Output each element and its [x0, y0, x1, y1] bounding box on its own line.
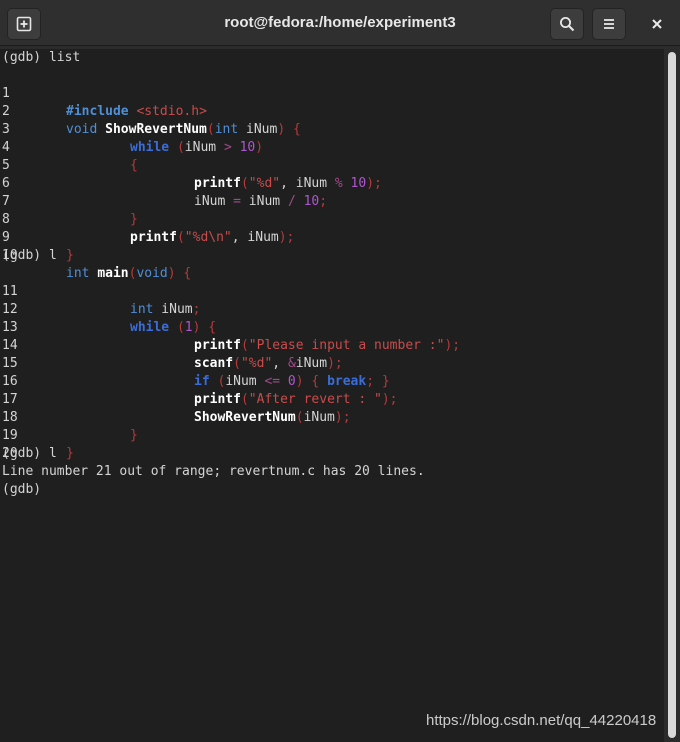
- error-message: Line number 21 out of range; revertnum.c…: [2, 464, 425, 479]
- source-line: 1 #include <stdio.h>: [2, 86, 207, 119]
- source-line: 3 while (iNum > 10): [2, 122, 264, 155]
- terminal-output[interactable]: (gdb) list 1 #include <stdio.h> 2 void S…: [0, 49, 664, 742]
- gdb-prompt: (gdb) l: [2, 248, 57, 263]
- source-line: 2 void ShowRevertNum(int iNum) {: [2, 104, 301, 137]
- source-line: 7 }: [2, 194, 138, 227]
- gdb-prompt: (gdb) l: [2, 446, 57, 461]
- terminal-window: root@fedora:/home/experiment3 (gdb) list…: [0, 0, 680, 742]
- title-bar: root@fedora:/home/experiment3: [0, 0, 680, 46]
- source-line: 9 }: [2, 230, 74, 263]
- search-icon: [560, 17, 575, 32]
- source-line: 6 iNum = iNum / 10;: [2, 176, 328, 209]
- watermark: https://blog.csdn.net/qq_44220418: [426, 712, 657, 729]
- source-line: 10 int main(void) {: [2, 248, 192, 281]
- source-line: 12 while (1) {: [2, 302, 217, 335]
- hamburger-menu-icon: [604, 19, 614, 29]
- gdb-prompt: (gdb) list: [2, 50, 81, 65]
- close-icon: [652, 19, 662, 29]
- source-line: 18 }: [2, 410, 138, 443]
- new-tab-button[interactable]: [7, 8, 41, 40]
- source-line: 15 if (iNum <= 0) { break; }: [2, 356, 390, 389]
- menu-button[interactable]: [592, 8, 626, 40]
- close-button[interactable]: [640, 8, 674, 40]
- source-line: 8 printf("%d\n", iNum);: [2, 212, 295, 245]
- source-line: 20: [2, 427, 49, 461]
- new-tab-icon: [16, 16, 32, 32]
- source-line: 17 ShowRevertNum(iNum);: [2, 392, 351, 425]
- source-line: 14 scanf("%d", &iNum);: [2, 338, 343, 371]
- source-line: 4 {: [2, 140, 138, 173]
- scrollbar[interactable]: [668, 52, 676, 738]
- source-line: 16 printf("After revert : ");: [2, 374, 398, 407]
- source-line: 13 printf("Please input a number :");: [2, 320, 461, 353]
- source-line: 19 }: [2, 428, 74, 461]
- source-line: 5 printf("%d", iNum % 10);: [2, 158, 382, 191]
- source-line: 11 int iNum;: [2, 284, 201, 317]
- search-button[interactable]: [550, 8, 584, 40]
- gdb-prompt: (gdb): [2, 482, 42, 497]
